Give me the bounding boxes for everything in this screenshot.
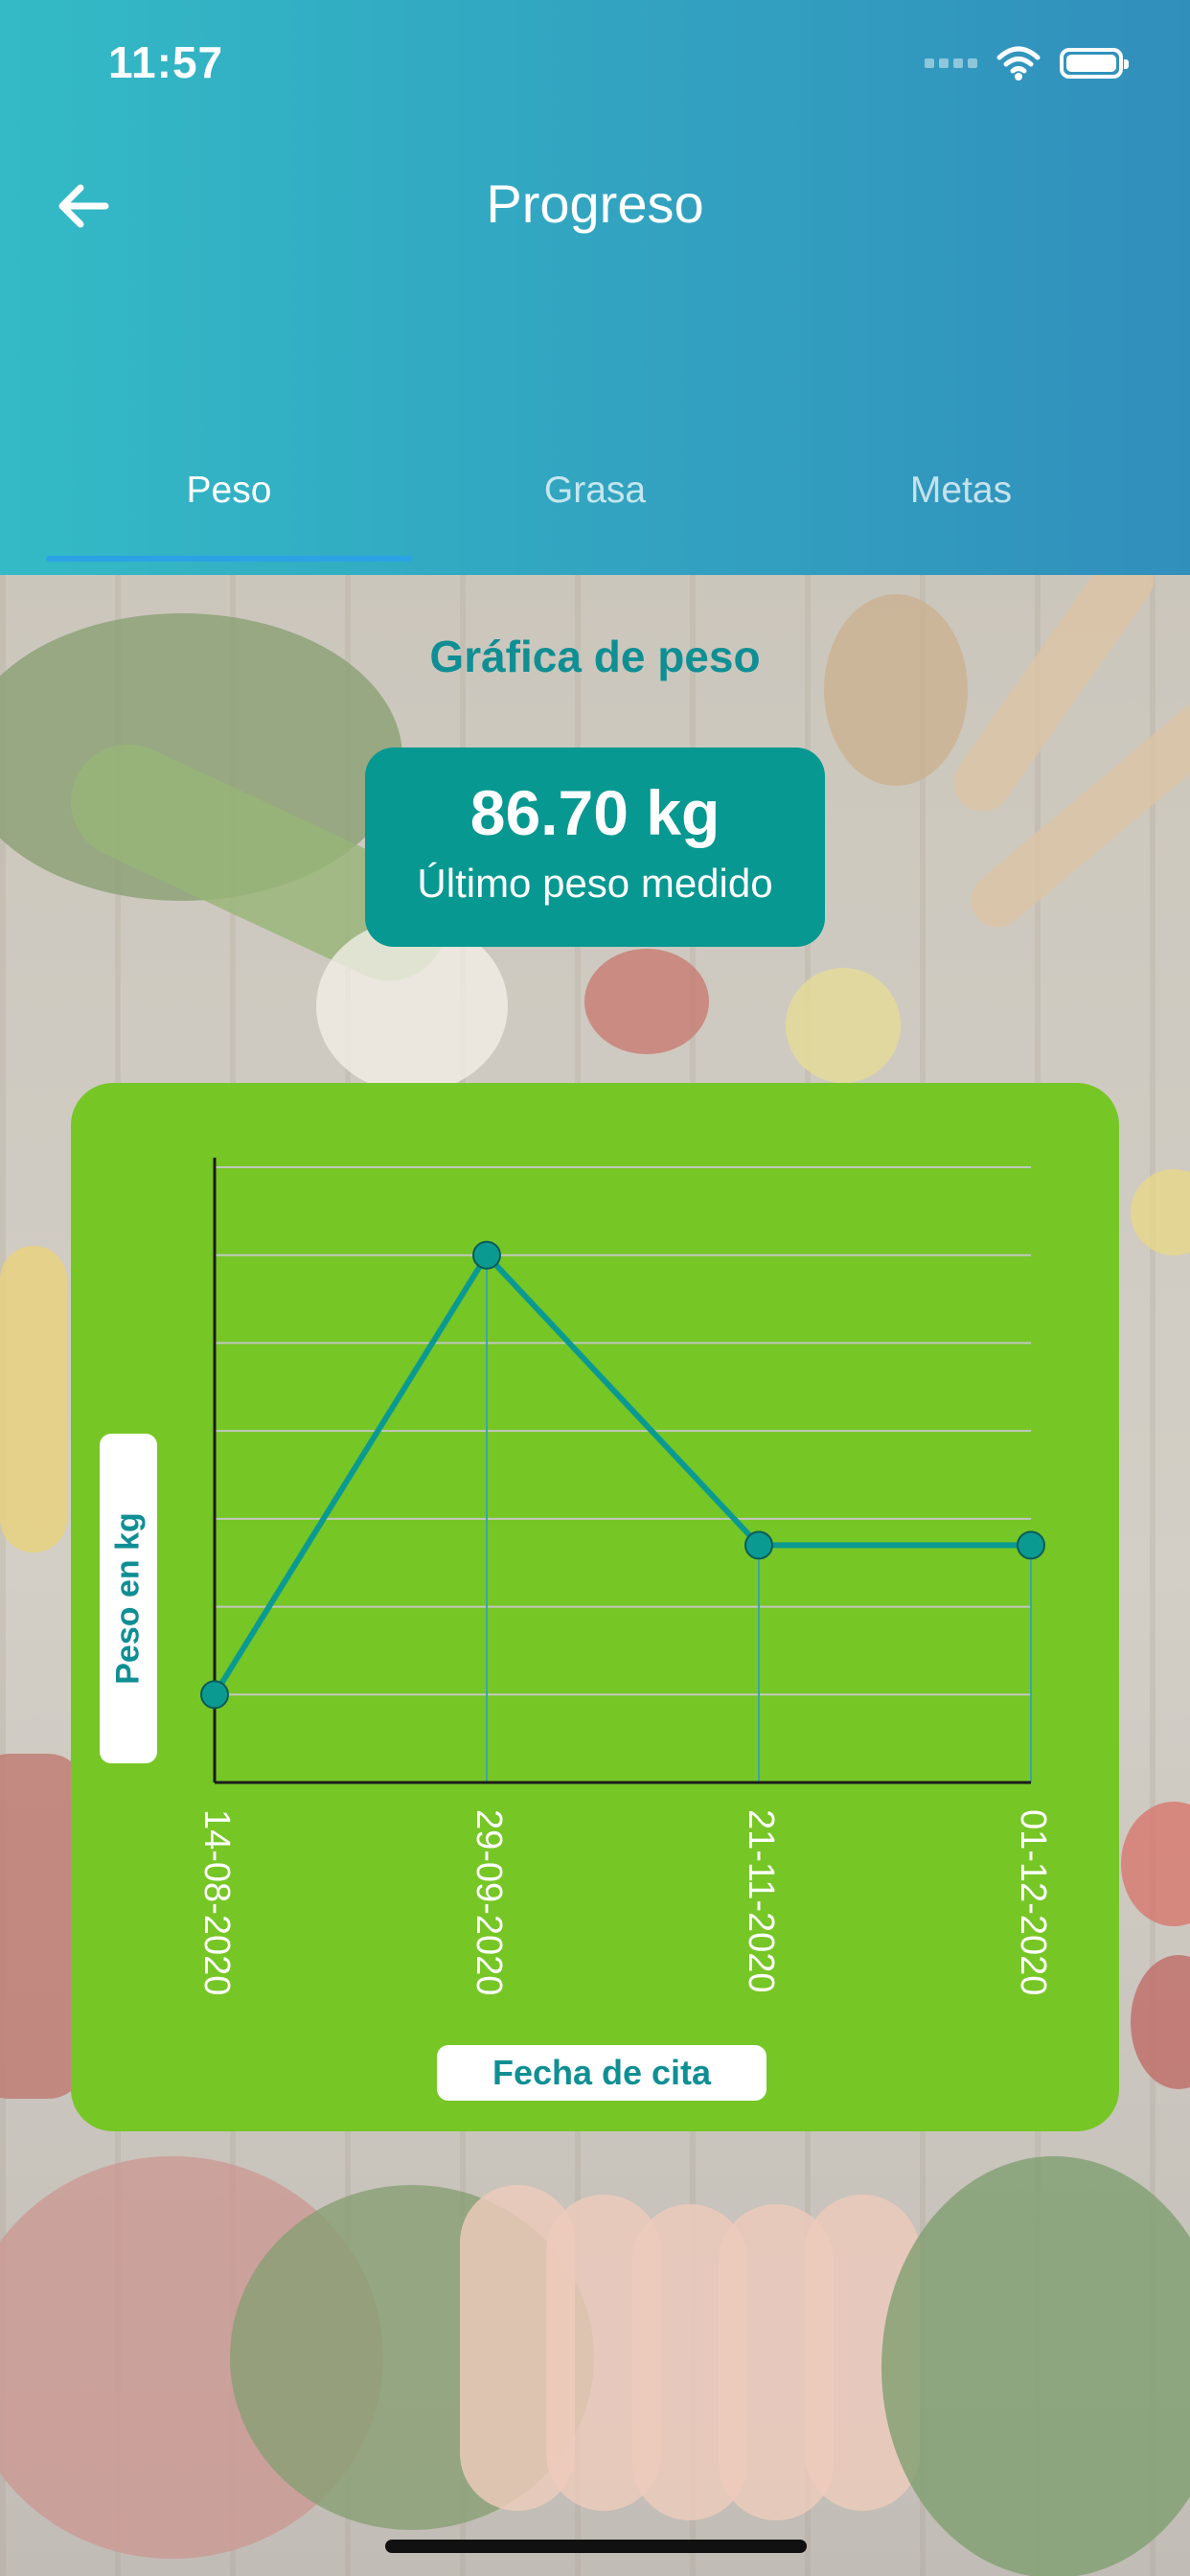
battery-icon	[1060, 48, 1129, 79]
data-point	[472, 1240, 501, 1270]
tab-metas[interactable]: Metas	[778, 450, 1144, 575]
app-header: 11:57 Progreso Peso Grasa Metas	[0, 0, 1190, 575]
data-point	[1017, 1530, 1045, 1560]
y-axis-label: Peso en kg	[109, 1512, 147, 1685]
home-indicator	[385, 2540, 807, 2553]
x-tick-label: 21-11-2020	[741, 1809, 781, 1993]
status-icons	[925, 46, 1129, 80]
latest-weight-card: 86.70 kg Último peso medido	[365, 748, 825, 947]
weight-line-chart: 14-08-2020 29-09-2020 21-11-2020 01-12-2020	[196, 1158, 1053, 1995]
page-title: Progreso	[486, 173, 704, 234]
x-tick-label: 01-12-2020	[1013, 1809, 1053, 1995]
data-point	[200, 1680, 229, 1710]
series-line	[212, 1252, 1031, 1696]
latest-weight-value: 86.70 kg	[469, 777, 721, 848]
x-tick-label: 14-08-2020	[196, 1809, 237, 1995]
data-point	[744, 1530, 773, 1560]
latest-weight-label: Último peso medido	[417, 861, 773, 906]
tab-bar: Peso Grasa Metas	[46, 450, 1144, 575]
status-time: 11:57	[108, 37, 224, 87]
x-axis-label: Fecha de cita	[437, 2045, 767, 2101]
chart-section-title: Gráfica de peso	[429, 632, 761, 681]
wifi-icon	[996, 46, 1041, 80]
tab-grasa[interactable]: Grasa	[412, 450, 778, 575]
signal-icon	[925, 58, 977, 68]
weight-chart-card: 14-08-2020 29-09-2020 21-11-2020 01-12-2020	[71, 1083, 1119, 2131]
x-tick-label: 29-09-2020	[469, 1809, 509, 1995]
tab-peso[interactable]: Peso	[46, 450, 412, 575]
